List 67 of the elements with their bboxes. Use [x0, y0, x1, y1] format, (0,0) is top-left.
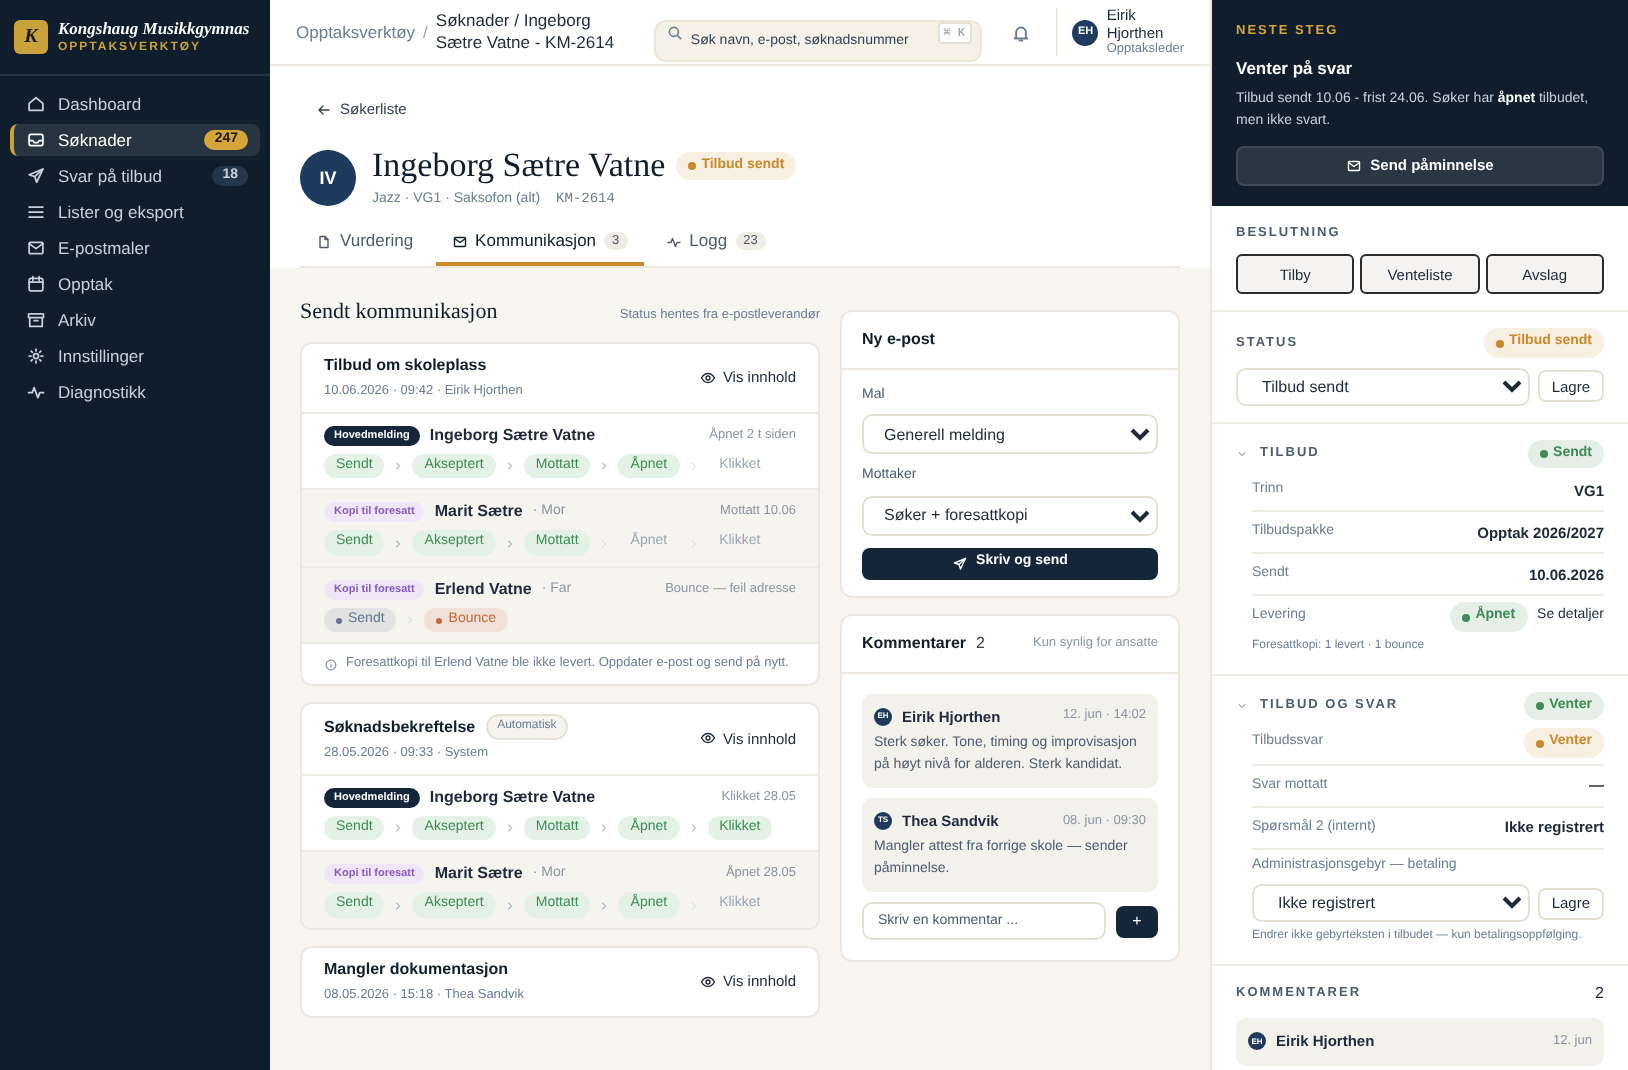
- eye-icon: [700, 730, 717, 747]
- recipient-name: Ingeborg Sætre Vatne: [429, 423, 596, 448]
- logo: K: [14, 20, 48, 54]
- applicant-name: Ingeborg Sætre Vatne: [372, 146, 666, 186]
- envelope-icon: [26, 238, 46, 258]
- chevron-right-icon: [392, 899, 405, 911]
- chevron-right-icon: [503, 822, 516, 834]
- envelope-icon: [451, 233, 468, 249]
- document-icon: [316, 233, 332, 249]
- info-circle-icon: [324, 657, 338, 672]
- pulse-icon: [26, 382, 46, 402]
- calendar-icon: [26, 274, 46, 294]
- nav-item[interactable]: Innstillinger: [10, 340, 260, 372]
- dropdown[interactable]: Generell melding: [862, 414, 1158, 454]
- card-title: Ny e-post: [842, 311, 1178, 369]
- chevron-right-icon: [392, 460, 405, 472]
- nav-item[interactable]: E-postmaler: [10, 232, 260, 264]
- dropdown[interactable]: Søker + foresattkopi: [862, 495, 1158, 535]
- chevron-right-icon: [503, 460, 516, 472]
- comment-count: 2: [1595, 982, 1604, 1007]
- next-step-title: Venter på svar: [1236, 55, 1355, 81]
- dropdown[interactable]: Tilbud sendt: [1236, 367, 1530, 406]
- breadcrumb-current: Søknader / Ingeborg Sætre Vatne - KM-2614: [435, 10, 617, 54]
- chevron-right-icon: [598, 899, 611, 911]
- recipient-name: Ingeborg Sætre Vatne: [429, 785, 596, 810]
- recipient-name: Erlend Vatne: [434, 577, 532, 602]
- chevron-right-icon: [392, 822, 405, 834]
- chevron-right-icon: [598, 822, 611, 834]
- recipient-name: Marit Sætre: [434, 862, 523, 887]
- chevron-right-icon: [503, 899, 516, 911]
- nav-item[interactable]: Arkiv: [10, 304, 260, 336]
- chevron-right-icon: [687, 822, 700, 834]
- brand-name: Kongshaug Musikkgymnas: [58, 17, 252, 39]
- tab[interactable]: Vurdering: [300, 221, 430, 265]
- chevron-right-icon: [503, 537, 516, 549]
- eye-icon: [700, 973, 717, 990]
- breadcrumb-link[interactable]: Opptaksverktøy: [296, 19, 416, 45]
- chevron-right-icon: [392, 537, 405, 549]
- card-title: Kommentarer: [862, 631, 967, 655]
- nav-item[interactable]: Dashboard: [10, 88, 260, 120]
- paper-plane-icon: [952, 555, 969, 571]
- search-icon: [666, 23, 685, 41]
- chevron-right-icon: [598, 460, 611, 472]
- add-button[interactable]: +: [1116, 905, 1158, 937]
- section-title: Sendt kommunikasjon: [300, 297, 498, 327]
- nav-item[interactable]: Lister og eksport: [10, 196, 260, 228]
- home-icon: [26, 94, 46, 114]
- message-title: Tilbud om skoleplass: [324, 354, 487, 378]
- nav-item[interactable]: Diagnostikk: [10, 376, 260, 408]
- archive-box-icon: [26, 310, 46, 330]
- eye-icon: [700, 369, 717, 386]
- recipient-name: Marit Sætre: [434, 500, 523, 525]
- message-title: Mangler dokumentasjon: [324, 957, 509, 982]
- paper-plane-icon: [26, 166, 46, 186]
- list-icon: [26, 202, 46, 222]
- breadcrumb-separator: /: [423, 19, 428, 45]
- chevron-right-icon: [687, 460, 700, 472]
- dropdown[interactable]: Ikke registrert: [1252, 884, 1530, 923]
- envelope-icon: [1346, 157, 1363, 173]
- arrow-left-icon: [316, 102, 332, 118]
- bell-icon: [1009, 21, 1031, 43]
- comment-count: 2: [976, 631, 985, 655]
- nav-item[interactable]: Opptak: [10, 268, 260, 300]
- pulse-icon: [665, 233, 682, 249]
- message-title: Søknadsbekreftelse: [324, 715, 476, 739]
- applicant-avatar: IV: [300, 150, 356, 207]
- inbox-icon: [26, 130, 46, 150]
